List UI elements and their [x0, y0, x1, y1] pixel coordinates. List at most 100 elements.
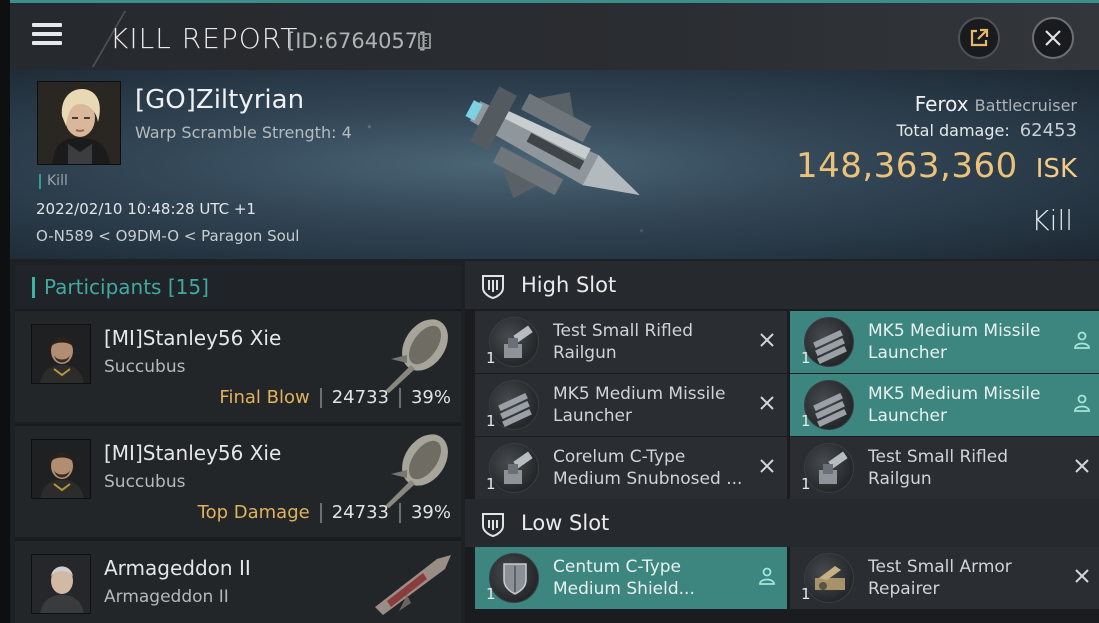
isk-unit: ISK — [1035, 154, 1077, 184]
external-link-icon — [970, 28, 989, 47]
module-state — [757, 331, 777, 351]
victim-subtext: Warp Scramble Strength: 4 — [135, 123, 352, 142]
participant-role: Final Blow — [219, 387, 310, 408]
isk-amount: 148,363,360 — [795, 146, 1018, 186]
participants-header[interactable]: Participants [15] — [15, 265, 461, 309]
participant-ship: Succubus — [104, 472, 186, 492]
module-quantity: 1 — [801, 475, 811, 493]
victim-banner: [GO]Ziltyrian Warp Scramble Strength: 4 … — [10, 70, 1099, 259]
module-name: Corelum C-Type Medium Snubnosed ... — [553, 447, 743, 489]
module-quantity: 1 — [486, 585, 496, 603]
module-slot[interactable]: 1 Test Small Armor Repairer — [790, 547, 1099, 609]
total-damage-value: 62453 — [1019, 120, 1077, 141]
module-name: Centum C-Type Medium Shield... — [553, 557, 695, 599]
participant-avatar[interactable] — [31, 324, 91, 384]
x-icon — [760, 459, 774, 473]
participant-row[interactable]: Armageddon II Armageddon II — [15, 539, 461, 623]
kill-location[interactable]: O-N589 < O9DM-O < Paragon Soul — [36, 227, 299, 245]
ship-name: Ferox — [914, 92, 969, 116]
stat-divider — [319, 502, 322, 523]
module-slot[interactable]: 1 MK5 Medium Missile Launcher — [475, 374, 787, 436]
module-slot[interactable]: 1 Test Small Rifled Railgun — [790, 437, 1099, 499]
victim-ship[interactable]: Ferox Battlecruiser — [915, 92, 1077, 116]
participant-stats: Final Blow 24733 39% — [219, 387, 451, 408]
kill-tag: Kill — [39, 174, 68, 189]
module-name: Test Small Rifled Railgun — [868, 447, 1008, 489]
close-icon — [1045, 30, 1061, 46]
stat-divider — [398, 387, 401, 408]
high-slot-header[interactable]: High Slot — [465, 261, 1099, 309]
window-title: KILL REPORT — [110, 22, 299, 55]
participant-row[interactable]: [MI]Stanley56 Xie Succubus Final Blow 247… — [15, 309, 461, 422]
module-state — [1072, 567, 1092, 587]
x-icon — [1075, 459, 1089, 473]
participant-role: Top Damage — [197, 502, 310, 523]
participant-ship-image[interactable] — [367, 430, 457, 510]
module-name: Test Small Rifled Railgun — [553, 321, 693, 363]
module-quantity: 1 — [486, 412, 496, 430]
title-bar: KILL REPORT [ID:6764057] — [10, 3, 1099, 70]
accent-bar — [32, 277, 35, 298]
high-slot-label: High Slot — [521, 273, 617, 297]
participant-name[interactable]: [MI]Stanley56 Xie — [104, 441, 281, 465]
victim-name[interactable]: [GO]Ziltyrian — [135, 85, 304, 115]
module-slot[interactable]: 1 MK5 Medium Missile Launcher — [790, 374, 1099, 436]
victim-avatar[interactable] — [37, 81, 121, 165]
participant-ship-image[interactable] — [367, 545, 457, 623]
shield-slot-icon — [482, 275, 504, 300]
low-slot-label: Low Slot — [521, 511, 610, 535]
participant-name[interactable]: Armageddon II — [104, 556, 251, 580]
participant-stats: Top Damage 24733 39% — [198, 502, 451, 523]
module-icon[interactable] — [489, 443, 539, 493]
participant-avatar[interactable] — [31, 439, 91, 499]
external-link-button[interactable] — [958, 17, 1000, 59]
kill-report-window: KILL REPORT [ID:6764057] [GO]Ziltyrian W… — [10, 0, 1099, 623]
x-icon — [760, 396, 774, 410]
menu-icon[interactable] — [32, 23, 62, 47]
module-icon[interactable] — [804, 380, 854, 430]
module-icon[interactable] — [804, 443, 854, 493]
x-icon — [1075, 569, 1089, 583]
module-slot[interactable]: 1 Test Small Rifled Railgun — [475, 311, 787, 373]
close-button[interactable] — [1032, 17, 1074, 59]
module-slot[interactable]: 1 MK5 Medium Missile Launcher — [790, 311, 1099, 373]
participant-name[interactable]: [MI]Stanley56 Xie — [104, 326, 281, 350]
victim-ship-image[interactable] — [442, 74, 672, 244]
participants-panel: Participants [15] [MI]Stanley56 Xie Succ… — [15, 265, 461, 623]
participant-damage: 24733 — [331, 387, 389, 408]
person-icon — [1074, 331, 1090, 349]
kill-result: Kill — [1031, 204, 1073, 237]
participant-avatar[interactable] — [31, 554, 91, 614]
module-icon[interactable] — [489, 553, 539, 603]
participant-ship-image[interactable] — [367, 315, 457, 395]
isk-value: 148,363,360 ISK — [796, 146, 1077, 186]
kill-datetime: 2022/02/10 10:48:28 UTC +1 — [36, 200, 256, 218]
module-icon[interactable] — [489, 380, 539, 430]
module-quantity: 1 — [801, 412, 811, 430]
module-slot[interactable]: 1 Corelum C-Type Medium Snubnosed ... — [475, 437, 787, 499]
module-name: MK5 Medium Missile Launcher — [868, 321, 1041, 363]
low-slot-header[interactable]: Low Slot — [465, 499, 1099, 547]
person-icon — [1074, 394, 1090, 412]
module-quantity: 1 — [486, 349, 496, 367]
module-state — [757, 567, 777, 587]
copy-icon[interactable] — [418, 33, 431, 49]
x-icon — [760, 333, 774, 347]
participant-ship: Succubus — [104, 357, 186, 377]
participant-damage: 24733 — [331, 502, 389, 523]
total-damage-label: Total damage: — [896, 121, 1010, 140]
module-state — [757, 394, 777, 414]
report-id: [ID:6764057] — [287, 29, 427, 53]
module-icon[interactable] — [804, 553, 854, 603]
module-slot[interactable]: 1 Centum C-Type Medium Shield... — [475, 547, 787, 609]
participant-percent: 39% — [410, 502, 451, 523]
module-icon[interactable] — [804, 317, 854, 367]
participant-ship: Armageddon II — [104, 587, 229, 607]
module-state — [757, 457, 777, 477]
module-icon[interactable] — [489, 317, 539, 367]
module-quantity: 1 — [486, 475, 496, 493]
module-quantity: 1 — [801, 585, 811, 603]
stat-divider — [398, 502, 401, 523]
participant-row[interactable]: [MI]Stanley56 Xie Succubus Top Damage 247… — [15, 424, 461, 537]
participant-percent: 39% — [410, 387, 451, 408]
